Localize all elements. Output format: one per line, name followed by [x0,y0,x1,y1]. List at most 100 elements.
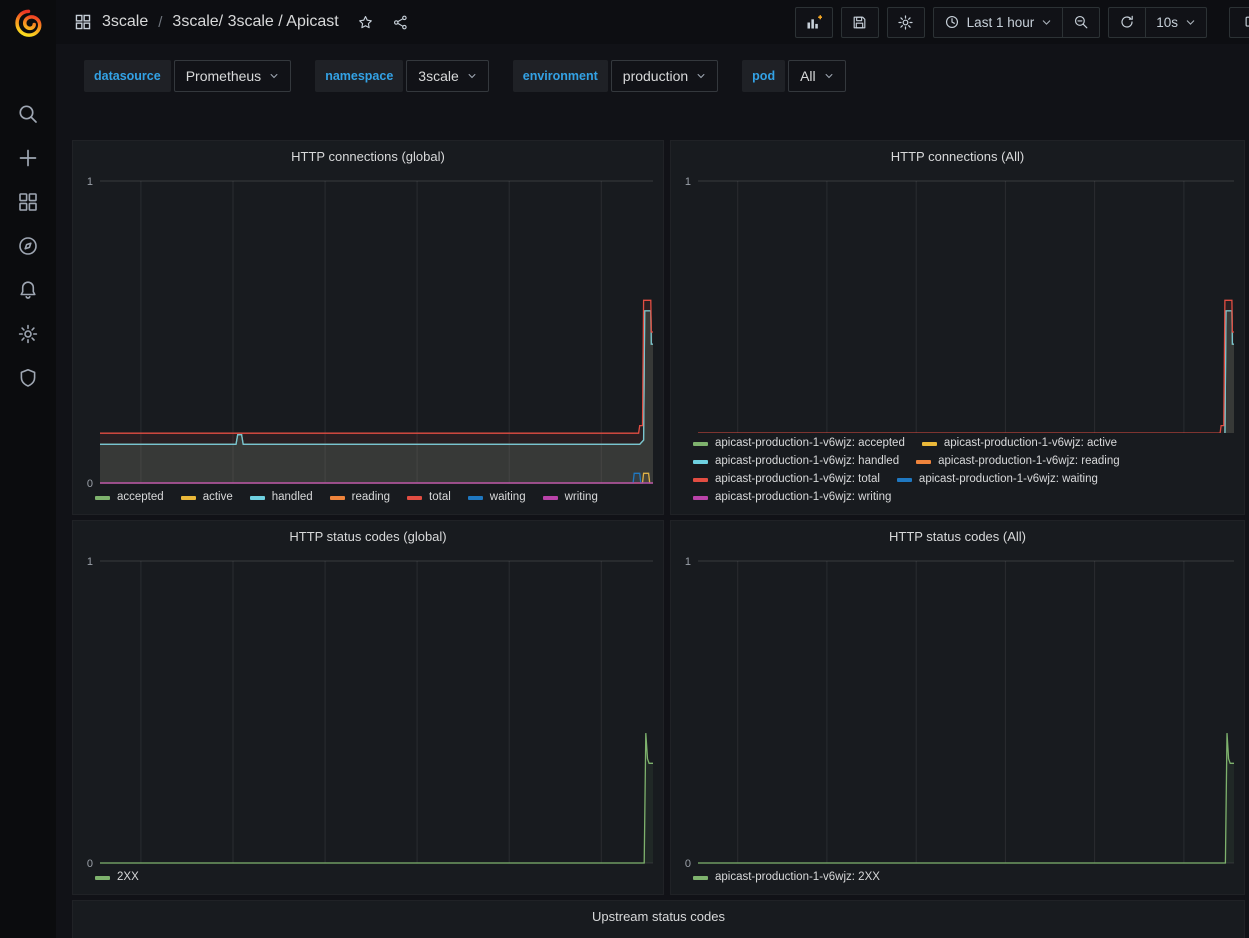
legend-item[interactable]: waiting [468,490,526,505]
filter-value-dropdown[interactable]: production [611,60,718,92]
chevron-down-icon [1185,17,1196,28]
refresh-icon [1119,14,1135,30]
plus-icon [17,147,39,169]
legend-swatch [693,442,708,446]
filter-value-dropdown[interactable]: Prometheus [174,60,291,92]
chevron-down-icon [269,71,279,81]
legend-item[interactable]: apicast-production-1-v6wjz: reading [916,454,1120,469]
sidebar-item-alerting[interactable] [0,268,56,312]
panel-http-connections-all: HTTP connections (All) 1016:1016:2016:30… [670,140,1245,515]
breadcrumb-folder[interactable]: 3scale [102,13,148,31]
breadcrumb-dashboard[interactable]: 3scale/ 3scale / Apicast [172,13,338,31]
legend-item[interactable]: writing [543,490,598,505]
breadcrumb-separator: / [158,14,162,31]
legend-swatch [693,876,708,880]
legend-label: accepted [117,490,164,505]
panel-header[interactable]: HTTP connections (All) [671,141,1244,171]
y-axis-label: 1 [685,556,691,568]
legend-item[interactable]: active [181,490,233,505]
refresh-controls: 10s [1108,7,1207,38]
panel-header[interactable]: HTTP status codes (All) [671,521,1244,551]
share-dashboard-button[interactable] [392,14,409,31]
shield-icon [17,367,39,389]
chevron-down-icon [824,71,834,81]
grafana-app: 3scale / 3scale/ 3scale / Apicast [0,0,1249,938]
sidebar-item-search[interactable] [0,92,56,136]
chart-plot-area[interactable]: 1016:1016:2016:3016:4016:5017:00 [73,171,663,487]
legend-item[interactable]: apicast-production-1-v6wjz: handled [693,454,899,469]
legend-swatch [330,496,345,500]
series-line [698,311,1234,433]
star-icon [357,14,374,31]
chart-canvas[interactable]: 1016:1016:2016:3016:4016:5017:00 [671,551,1244,867]
legend-item[interactable]: reading [330,490,390,505]
save-dashboard-button[interactable] [841,7,879,38]
filter-value-dropdown[interactable]: 3scale [406,60,488,92]
dashboards-grid-icon [17,191,39,213]
time-picker-button[interactable]: Last 1 hour [934,8,1063,37]
legend-item[interactable]: apicast-production-1-v6wjz: writing [693,490,891,505]
topbar-actions: Last 1 hour 10s [795,0,1249,44]
legend-item[interactable]: apicast-production-1-v6wjz: total [693,472,880,487]
legend-item[interactable]: apicast-production-1-v6wjz: active [922,436,1117,451]
sidebar-item-explore[interactable] [0,224,56,268]
legend-item[interactable]: apicast-production-1-v6wjz: 2XX [693,870,880,885]
chart-canvas[interactable]: 1016:1016:2016:3016:4016:5017:00 [73,551,663,867]
panel-title: HTTP connections (global) [291,149,445,164]
chart-canvas[interactable]: 1016:1016:2016:3016:4016:5017:00 [73,171,663,487]
grafana-logo[interactable] [0,0,56,46]
legend-item[interactable]: handled [250,490,313,505]
series-line [100,733,653,863]
sidebar-item-create[interactable] [0,136,56,180]
panel-upstream-status-codes: Upstream status codes [72,900,1245,938]
filter-value-dropdown[interactable]: All [788,60,846,92]
legend-swatch [693,460,708,464]
legend-item[interactable]: apicast-production-1-v6wjz: waiting [897,472,1098,487]
time-range-label: Last 1 hour [967,15,1035,30]
legend-label: apicast-production-1-v6wjz: active [944,436,1117,451]
cycle-view-mode-button[interactable] [1229,7,1249,38]
refresh-interval-picker[interactable]: 10s [1145,8,1206,37]
filter-pod: pod All [742,60,845,92]
legend-item[interactable]: apicast-production-1-v6wjz: accepted [693,436,905,451]
refresh-button[interactable] [1109,8,1145,37]
series-area [698,311,1234,433]
chart-plot-area[interactable]: 1016:1016:2016:3016:4016:5017:00 [73,551,663,867]
legend-swatch [543,496,558,500]
legend-item[interactable]: 2XX [95,870,139,885]
y-axis-label: 0 [87,858,93,867]
series-line [698,300,1234,433]
legend-item[interactable]: total [407,490,451,505]
star-dashboard-button[interactable] [357,14,374,31]
series-line [698,733,1234,863]
panel-header[interactable]: Upstream status codes [73,901,1244,931]
series-line [100,300,653,433]
legend-label: apicast-production-1-v6wjz: reading [938,454,1120,469]
legend-label: 2XX [117,870,139,885]
filter-label: datasource [84,60,171,92]
chart-plot-area[interactable]: 1016:1016:2016:3016:4016:5017:00 [671,551,1244,867]
legend-label: apicast-production-1-v6wjz: 2XX [715,870,880,885]
zoom-out-button[interactable] [1062,8,1099,37]
legend-item[interactable]: accepted [95,490,164,505]
legend-swatch [693,496,708,500]
chart-plot-area[interactable]: 1016:1016:2016:3016:4016:5017:00 [671,171,1244,433]
dashboard-settings-button[interactable] [887,7,925,38]
sidebar-item-configuration[interactable] [0,312,56,356]
topbar: 3scale / 3scale/ 3scale / Apicast [56,0,1249,44]
chart-canvas[interactable]: 1016:1016:2016:3016:4016:5017:00 [671,171,1244,433]
legend-swatch [468,496,483,500]
sidebar-item-server-admin[interactable] [0,356,56,400]
sidebar-item-dashboards[interactable] [0,180,56,224]
filter-label: pod [742,60,785,92]
series-area [100,300,653,483]
series-area [698,311,1234,433]
save-icon [851,14,868,31]
series-area [698,733,1234,863]
panel-header[interactable]: HTTP status codes (global) [73,521,663,551]
panel-header[interactable]: HTTP connections (global) [73,141,663,171]
panel-http-connections-global: HTTP connections (global) 1016:1016:2016… [72,140,664,515]
add-panel-button[interactable] [795,7,833,38]
legend-label: apicast-production-1-v6wjz: waiting [919,472,1098,487]
chart-plot-area[interactable] [73,931,1244,938]
